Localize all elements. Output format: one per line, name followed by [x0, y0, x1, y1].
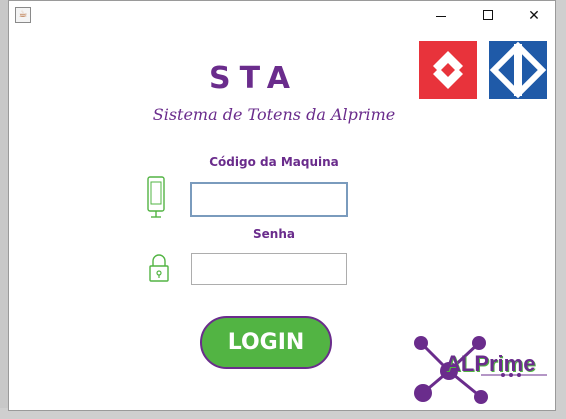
app-subtitle: Sistema de Totens da Alprime	[152, 105, 396, 124]
minimize-icon	[436, 16, 446, 17]
phone-icon	[145, 175, 169, 225]
cptm-logo	[419, 41, 477, 99]
java-app-icon[interactable]: ☕	[15, 7, 31, 23]
alprime-wordmark: ALPrime	[445, 351, 536, 376]
close-button[interactable]: ✕	[512, 1, 556, 31]
lock-icon	[147, 252, 171, 288]
title-bar[interactable]: ☕ ✕	[9, 1, 555, 31]
minimize-button[interactable]	[419, 1, 463, 31]
password-label: Senha	[253, 227, 295, 241]
login-button[interactable]: LOGIN	[200, 316, 332, 369]
maximize-button[interactable]	[466, 1, 510, 31]
background-right-strip	[556, 0, 566, 419]
app-title: STA	[209, 61, 299, 96]
machine-code-input[interactable]	[190, 182, 348, 217]
password-input[interactable]	[191, 253, 347, 285]
background-left-strip	[0, 0, 8, 419]
maximize-icon	[483, 10, 493, 20]
metro-logo	[489, 41, 547, 99]
close-icon: ✕	[528, 8, 540, 24]
machine-code-label: Código da Maquina	[209, 155, 339, 169]
login-window: ☕ ✕ STA Sistema de Totens da Alprime Cód…	[8, 0, 556, 411]
